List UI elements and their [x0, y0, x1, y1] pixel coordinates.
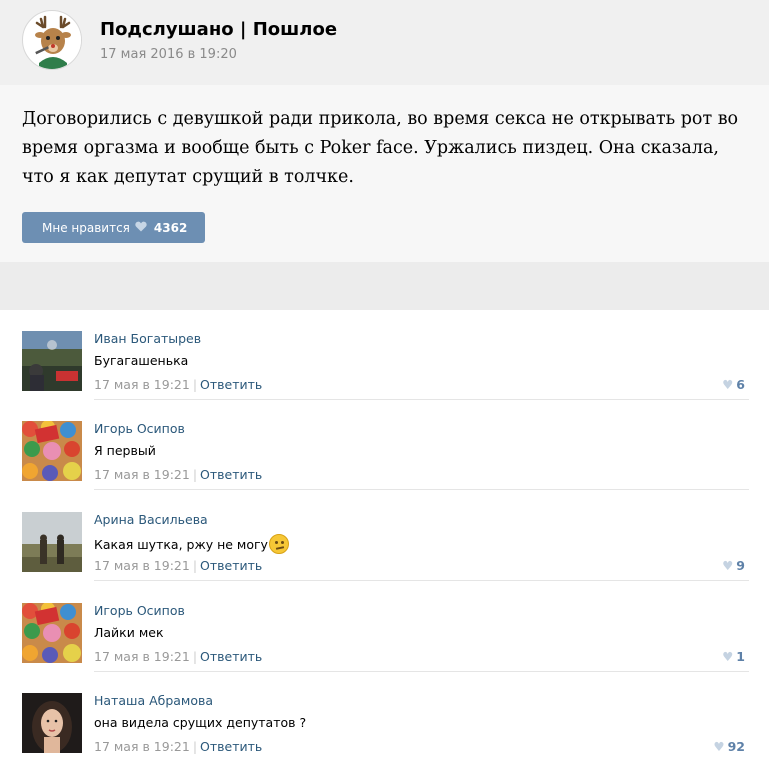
avatar[interactable] [22, 512, 82, 572]
comment-likes[interactable]: ♥ 1 [722, 649, 745, 664]
comment-author[interactable]: Игорь Осипов [94, 603, 185, 618]
avatar[interactable] [22, 331, 82, 391]
comment-like-count: 1 [736, 649, 745, 664]
heart-icon: ♥ [722, 649, 734, 664]
comment-like-count: 92 [727, 739, 745, 754]
comment-text-body: Какая шутка, ржу не могу [94, 537, 268, 552]
comment-author[interactable]: Игорь Осипов [94, 421, 185, 436]
reply-link[interactable]: Ответить [200, 649, 262, 664]
comment-likes[interactable]: ♥ 9 [722, 558, 745, 573]
avatar[interactable] [22, 693, 82, 753]
comment-likes[interactable]: ♥ 6 [722, 377, 745, 392]
comment-meta: 17 мая в 19:21 | Ответить [94, 377, 262, 392]
avatar[interactable] [22, 421, 82, 481]
comment-item: Игорь Осипов Я первый 17 мая в 19:21 | Отв… [0, 400, 769, 490]
reply-link[interactable]: Ответить [200, 467, 262, 482]
section-separator [0, 262, 769, 310]
comment-date[interactable]: 17 мая в 19:21 [94, 649, 190, 664]
community-name[interactable]: Подслушано | Пошлое [100, 19, 337, 40]
comment-date[interactable]: 17 мая в 19:21 [94, 558, 190, 573]
post-body: Договорились с девушкой ради прикола, во… [0, 85, 769, 262]
like-button[interactable]: Мне нравится 4362 [22, 212, 205, 243]
comment-date[interactable]: 17 мая в 19:21 [94, 467, 190, 482]
confused-face-emoji-icon [268, 534, 289, 554]
heart-icon [135, 221, 147, 235]
meta-separator: | [192, 649, 198, 664]
comment-meta: 17 мая в 19:21 | Ответить [94, 649, 262, 664]
avatar[interactable] [22, 603, 82, 663]
comment-text: Лайки мек [94, 625, 164, 640]
meta-separator: | [192, 739, 198, 754]
comment-text: Бугагашенька [94, 353, 189, 368]
comment-item: Игорь Осипов Лайки мек 17 мая в 19:21 | От… [0, 582, 769, 672]
reply-link[interactable]: Ответить [200, 739, 262, 754]
heart-icon: ♥ [722, 377, 734, 392]
like-label: Мне нравится [42, 220, 130, 235]
comment-meta: 17 мая в 19:21 | Ответить [94, 558, 262, 573]
comment-meta: 17 мая в 19:21 | Ответить [94, 467, 262, 482]
comment-likes[interactable]: ♥ 92 [713, 739, 745, 754]
comment-author[interactable]: Наташа Абрамова [94, 693, 213, 708]
comment-item: Иван Богатырев Бугагашенька 17 мая в 19:… [0, 310, 769, 400]
comment-author[interactable]: Иван Богатырев [94, 331, 201, 346]
comment-author[interactable]: Арина Васильева [94, 512, 208, 527]
heart-icon: ♥ [713, 739, 725, 754]
comment-like-count: 9 [736, 558, 745, 573]
reply-link[interactable]: Ответить [200, 377, 262, 392]
like-count: 4362 [153, 220, 188, 235]
community-avatar[interactable] [22, 10, 82, 70]
comment-text: она видела срущих депутатов ? [94, 715, 307, 730]
comment-date[interactable]: 17 мая в 19:21 [94, 739, 190, 754]
deer-logo-icon [24, 12, 81, 69]
comment-divider [94, 489, 749, 490]
comment-like-count: 6 [736, 377, 745, 392]
meta-separator: | [192, 377, 198, 392]
reply-link[interactable]: Ответить [200, 558, 262, 573]
comment-date[interactable]: 17 мая в 19:21 [94, 377, 190, 392]
comment-text: Какая шутка, ржу не могу [94, 534, 289, 554]
post-date[interactable]: 17 мая 2016 в 19:20 [100, 47, 237, 62]
post-header: Подслушано | Пошлое 17 мая 2016 в 19:20 [0, 0, 769, 85]
meta-separator: | [192, 467, 198, 482]
post-text: Договорились с девушкой ради прикола, во… [22, 109, 739, 187]
comment-item: Наташа Абрамова она видела срущих депута… [0, 672, 769, 757]
comment-meta: 17 мая в 19:21 | Ответить [94, 739, 262, 754]
comment-text: Я первый [94, 443, 156, 458]
meta-separator: | [192, 558, 198, 573]
comment-item: Арина Васильева Какая шутка, ржу не могу… [0, 491, 769, 581]
comment-divider [94, 580, 749, 581]
heart-icon: ♥ [722, 558, 734, 573]
